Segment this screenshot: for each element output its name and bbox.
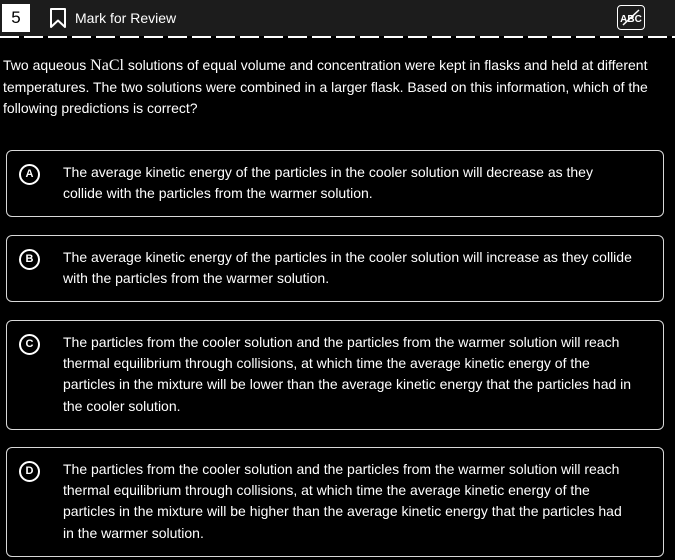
question-number: 5	[2, 4, 30, 32]
mark-for-review-label[interactable]: Mark for Review	[75, 10, 176, 27]
abc-strikethrough-button[interactable]: ABC	[617, 5, 645, 30]
answer-option-b[interactable]: B The average kinetic energy of the part…	[6, 235, 664, 302]
option-text-d: The particles from the cooler solution a…	[63, 461, 622, 541]
question-chem-formula: NaCl	[90, 57, 124, 74]
answer-option-a[interactable]: A The average kinetic energy of the part…	[6, 150, 664, 217]
option-letter-b: B	[19, 249, 40, 270]
option-letter-d: D	[19, 461, 40, 482]
option-text-a: The average kinetic energy of the partic…	[63, 164, 593, 202]
question-stem: Two aqueous NaCl solutions of equal volu…	[3, 55, 668, 120]
question-text-before: Two aqueous	[3, 57, 91, 73]
bookmark-icon[interactable]	[48, 7, 68, 29]
option-text-c: The particles from the cooler solution a…	[63, 334, 632, 414]
answer-option-d[interactable]: D The particles from the cooler solution…	[6, 447, 664, 557]
abc-text: ABC	[620, 14, 642, 25]
option-text-b: The average kinetic energy of the partic…	[63, 249, 632, 287]
option-letter-a: A	[19, 164, 40, 185]
question-header: 5 Mark for Review ABC	[0, 0, 675, 36]
answer-option-c[interactable]: C The particles from the cooler solution…	[6, 320, 664, 430]
option-letter-c: C	[19, 334, 40, 355]
abc-strikethrough-icon: ABC	[620, 9, 642, 26]
header-divider	[0, 36, 675, 38]
